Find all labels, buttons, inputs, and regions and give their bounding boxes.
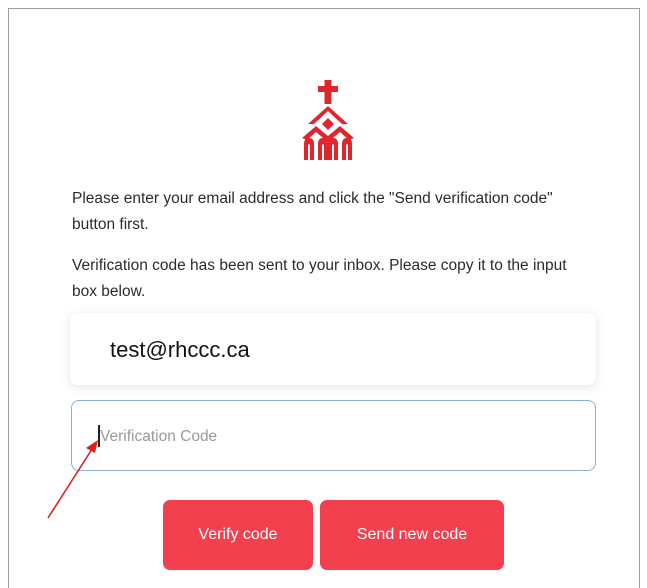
instruction-text-2: Verification code has been sent to your … (72, 257, 567, 300)
verify-code-button[interactable]: Verify code (163, 500, 313, 570)
verification-code-field[interactable] (71, 400, 596, 471)
send-new-code-button[interactable]: Send new code (320, 500, 504, 570)
email-value: test@rhccc.ca (110, 337, 250, 362)
instruction-text-1: Please enter your email address and clic… (72, 190, 553, 233)
email-field[interactable]: test@rhccc.ca (70, 313, 596, 385)
verification-code-input[interactable] (98, 419, 582, 455)
church-logo-icon (302, 80, 354, 160)
red-arrow-annotation (47, 440, 98, 519)
